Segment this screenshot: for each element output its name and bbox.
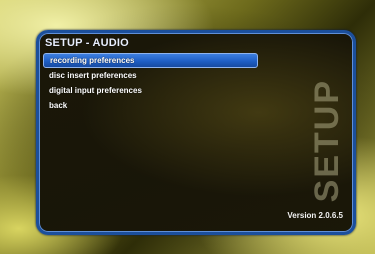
- version-label: Version 2.0.6.5: [287, 211, 343, 220]
- menu-item-digital-input-preferences[interactable]: digital input preferences: [43, 83, 258, 98]
- menu-item-disc-insert-preferences[interactable]: disc insert preferences: [43, 68, 258, 83]
- menu-item-back[interactable]: back: [43, 98, 258, 113]
- setup-watermark: SETUP: [308, 79, 346, 203]
- panel-title: SETUP - AUDIO: [45, 37, 129, 49]
- setup-menu: recording preferences disc insert prefer…: [43, 53, 258, 113]
- menu-item-recording-preferences[interactable]: recording preferences: [43, 53, 258, 68]
- setup-audio-panel: SETUP - AUDIO recording preferences disc…: [36, 30, 356, 235]
